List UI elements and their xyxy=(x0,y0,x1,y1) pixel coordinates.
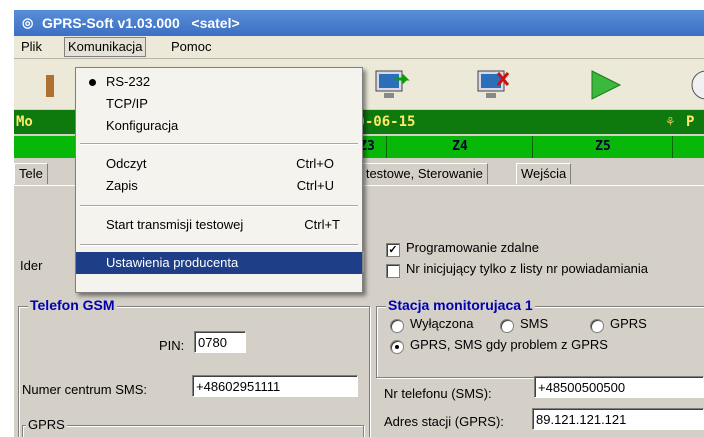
clock-icon[interactable] xyxy=(690,67,704,103)
zone-z4: Z4 xyxy=(386,136,533,158)
gprs-subgroup xyxy=(22,425,364,437)
menu-item-label: Zapis xyxy=(106,178,138,193)
phone-label: Nr telefonu (SMS): xyxy=(384,386,492,401)
read-computer-icon[interactable] xyxy=(372,67,412,103)
address-field[interactable]: 89.121.121.121 xyxy=(532,408,704,430)
zone-next xyxy=(672,136,704,158)
menu-item-start-transmisji[interactable]: Start transmisji testowej Ctrl+T xyxy=(76,214,362,236)
remote-programming-label: Programowanie zdalne xyxy=(406,240,539,255)
station-group-title: Stacja monitorujaca 1 xyxy=(386,297,535,313)
antenna-icon: ◎ xyxy=(22,15,34,30)
radio-off[interactable] xyxy=(390,319,404,333)
gsm-group-title: Telefon GSM xyxy=(28,297,117,313)
gprs-group-title: GPRS xyxy=(26,417,67,432)
initiating-only-label: Nr inicjujący tylko z listy nr powiadami… xyxy=(406,261,649,276)
address-label: Adres stacji (GPRS): xyxy=(384,414,504,429)
sms-center-label: Numer centrum SMS: xyxy=(22,382,147,397)
komunikacja-dropdown: RS-232 TCP/IP Konfiguracja Odczyt Ctrl+O… xyxy=(75,67,363,293)
menu-item-label: Konfiguracja xyxy=(106,118,179,133)
menu-separator xyxy=(80,244,358,246)
disconnect-computer-icon[interactable] xyxy=(474,67,514,103)
menu-item-shortcut: Ctrl+O xyxy=(296,156,334,171)
menu-item-zapis[interactable]: Zapis Ctrl+U xyxy=(76,175,362,197)
status-right-text: P xyxy=(686,114,695,130)
pin-label: PIN: xyxy=(159,338,185,353)
status-plant-icon: ⚘ xyxy=(666,114,675,130)
pin-field[interactable]: 0780 xyxy=(194,331,246,353)
radio-gprs-sms-label: GPRS, SMS gdy problem z GPRS xyxy=(410,337,608,352)
gsm-group xyxy=(18,306,370,437)
app-window: ◎ GPRS-Soft v1.03.000 <satel> Plik Komun… xyxy=(14,10,704,437)
phone-field[interactable]: +48500500500 xyxy=(534,376,704,398)
menu-item-label: TCP/IP xyxy=(106,96,148,111)
remote-programming-checkbox[interactable]: ✓ xyxy=(386,243,400,257)
initiating-only-checkbox[interactable] xyxy=(386,264,400,278)
menu-item-rs232[interactable]: RS-232 xyxy=(76,71,362,93)
menu-item-tcpip[interactable]: TCP/IP xyxy=(76,93,362,115)
menu-item-shortcut: Ctrl+U xyxy=(296,178,334,193)
menu-item-label: RS-232 xyxy=(106,74,151,89)
menu-item-odczyt[interactable]: Odczyt Ctrl+O xyxy=(76,153,362,175)
menu-item-label: Start transmisji testowej xyxy=(106,217,244,232)
menu-item-ustawienia-producenta[interactable]: Ustawienia producenta xyxy=(76,252,362,274)
tab-telefony[interactable]: Tele xyxy=(14,163,48,184)
tab-wejscia[interactable]: Wejścia xyxy=(516,163,572,184)
menu-separator xyxy=(80,205,358,207)
radio-gprs[interactable] xyxy=(590,319,604,333)
title-bar[interactable]: ◎ GPRS-Soft v1.03.000 <satel> xyxy=(14,10,704,36)
radio-sms[interactable] xyxy=(500,319,514,333)
menu-item-label: Ustawienia producenta xyxy=(106,255,239,270)
menu-plik[interactable]: Plik xyxy=(18,38,45,56)
connect-tool-icon[interactable] xyxy=(32,67,72,103)
radio-off-label: Wyłączona xyxy=(410,316,474,331)
menu-pomoc[interactable]: Pomoc xyxy=(168,38,214,56)
sms-center-field[interactable]: +48602951111 xyxy=(192,375,358,397)
menu-separator xyxy=(80,143,358,145)
ident-label: Ider xyxy=(20,258,43,273)
menu-bar: Plik Komunikacja Pomoc xyxy=(14,36,704,59)
tab-transmisje-testowe[interactable]: e testowe, Sterowanie xyxy=(350,163,488,184)
checked-bullet-icon xyxy=(89,79,96,86)
menu-item-konfiguracja[interactable]: Konfiguracja xyxy=(76,115,362,137)
menu-komunikacja[interactable]: Komunikacja xyxy=(64,37,147,57)
menu-item-shortcut: Ctrl+T xyxy=(304,217,340,232)
status-left-text: Mo xyxy=(16,114,33,130)
radio-sms-label: SMS xyxy=(520,316,549,331)
radio-gprs-sms[interactable] xyxy=(390,340,404,354)
play-icon[interactable] xyxy=(586,67,626,103)
zone-z5: Z5 xyxy=(532,136,673,158)
window-title: GPRS-Soft v1.03.000 <satel> xyxy=(42,15,240,31)
menu-item-label: Odczyt xyxy=(106,156,147,171)
radio-gprs-label: GPRS xyxy=(610,316,647,331)
